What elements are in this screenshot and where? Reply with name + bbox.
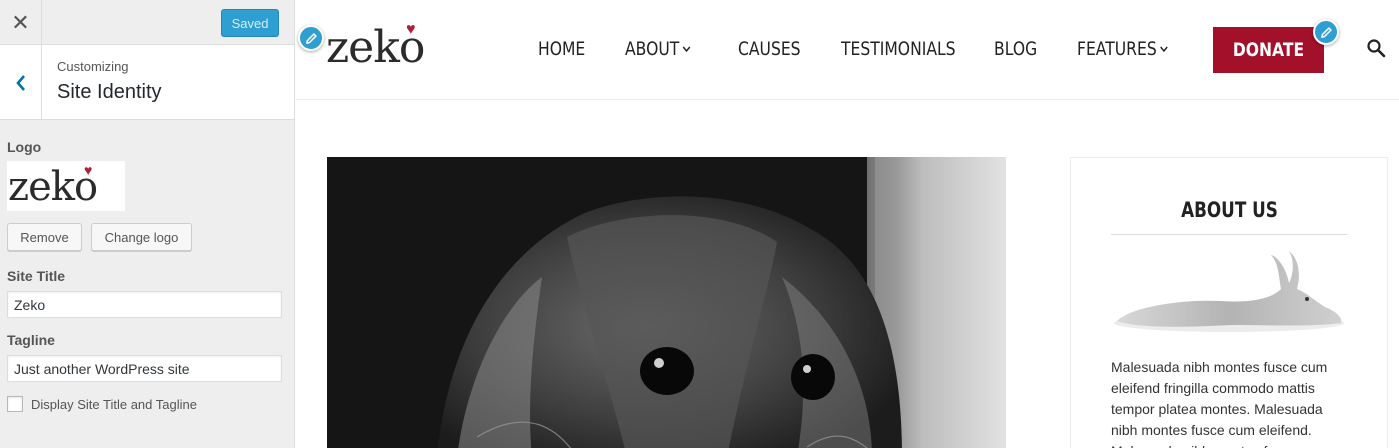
nav-label: HOME [538,38,586,60]
nav-item-blog[interactable]: BLOG [994,38,1037,60]
logo-edit-pencil-icon[interactable] [298,25,324,51]
site-preview: zeko ♥ HOME ABOUT CAUSES TESTIMONIALS BL… [296,0,1399,448]
donate-edit-pencil-icon[interactable] [1313,19,1339,45]
chevron-down-icon [682,46,691,53]
customizer-sidebar: ✕ Saved Customizing Site Identity Logo z… [0,0,295,448]
nav-label: TESTIMONIALS [841,38,956,60]
nav-label: CAUSES [738,38,801,60]
section-header: Customizing Site Identity [0,45,294,120]
site-logo[interactable]: zeko ♥ [326,22,448,77]
logo-label: Logo [7,139,42,155]
display-title-checkbox[interactable] [7,396,23,412]
nav-label: ABOUT [625,38,680,60]
search-icon[interactable] [1366,38,1386,58]
logo-preview: zeko ♥ [7,161,125,211]
widget-title: ABOUT US [1071,198,1387,222]
nav-item-about[interactable]: ABOUT [625,38,691,60]
tagline-input[interactable] [7,355,282,382]
heart-icon: ♥ [84,162,93,178]
nav-item-testimonials[interactable]: TESTIMONIALS [841,38,956,60]
back-arrow-icon[interactable] [0,45,42,120]
site-title-label: Site Title [7,268,66,284]
section-title: Site Identity [57,81,162,103]
chevron-down-icon [1160,46,1168,53]
nav-item-home[interactable]: HOME [538,38,585,60]
remove-logo-button[interactable]: Remove [7,223,82,251]
display-title-label[interactable]: Display Site Title and Tagline [31,397,197,412]
widget-divider [1111,234,1347,235]
rabbit-image [1111,249,1346,334]
heart-icon: ♥ [406,21,416,38]
section-controls: Logo zeko ♥ Remove Change logo Site Titl… [0,139,294,412]
about-us-widget: ABOUT US Malesuada nibh montes fusce cum… [1070,157,1388,448]
customizing-label: Customizing [57,59,129,74]
site-header: zeko ♥ HOME ABOUT CAUSES TESTIMONIALS BL… [296,0,1399,100]
saved-button[interactable]: Saved [221,9,279,37]
site-title-input[interactable] [7,291,282,318]
nav-item-causes[interactable]: CAUSES [738,38,801,60]
featured-dog-image [327,157,1006,448]
widget-text: Malesuada nibh montes fusce cum eleifend… [1111,359,1328,448]
change-logo-button[interactable]: Change logo [91,223,192,251]
nav-label: BLOG [994,38,1038,60]
close-icon[interactable]: ✕ [0,0,42,45]
display-title-row: Display Site Title and Tagline [7,396,294,412]
donate-label: DONATE [1232,39,1305,61]
tagline-label: Tagline [7,332,55,348]
widget-title-text: ABOUT US [1180,198,1278,222]
nav-label: FEATURES [1077,38,1157,60]
customizer-header: ✕ Saved [0,0,294,45]
donate-button[interactable]: DONATE [1213,27,1324,73]
nav-item-features[interactable]: FEATURES [1077,38,1168,60]
